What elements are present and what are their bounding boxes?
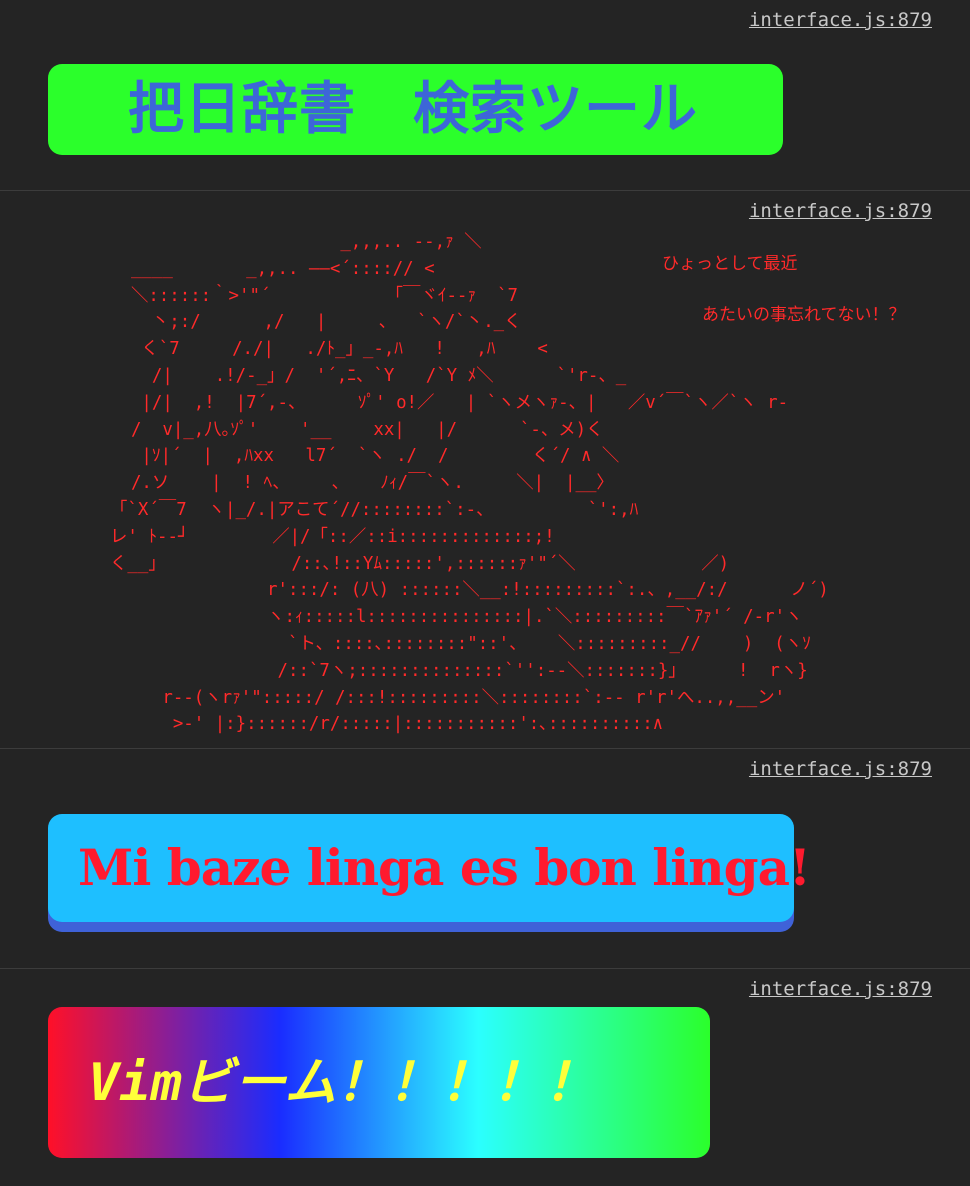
devtools-console: interface.js:879 把日辞書 検索ツール interface.js… — [0, 0, 970, 1186]
gradient-log-message: Vimビーム！！！！！ — [48, 1007, 710, 1158]
styled-log-title: 把日辞書 検索ツール — [48, 64, 783, 155]
source-link[interactable]: interface.js:879 — [749, 199, 932, 223]
message-text: Vimビーム！！！！！ — [88, 1052, 597, 1113]
console-entry: interface.js:879 Mi baze linga es bon li… — [0, 748, 970, 969]
title-text: 把日辞書 検索ツール — [128, 76, 698, 142]
ascii-art-speech-line: ひょっとして最近 — [662, 254, 798, 274]
ascii-art-speech-line: あたいの事忘れてない！？ — [702, 305, 906, 325]
console-entry: interface.js:879 把日辞書 検索ツール — [0, 0, 970, 190]
console-entry: interface.js:879 _,,,.. --,ｧ ＼ ____ _,,.… — [0, 190, 970, 749]
message-text: Mi baze linga es bon linga! — [78, 838, 811, 897]
styled-log-message: Mi baze linga es bon linga! — [48, 814, 811, 922]
console-entry: interface.js:879 Vimビーム！！！！！ — [0, 968, 970, 1186]
source-link[interactable]: interface.js:879 — [749, 8, 932, 32]
source-link[interactable]: interface.js:879 — [749, 757, 932, 781]
source-link[interactable]: interface.js:879 — [749, 977, 932, 1001]
